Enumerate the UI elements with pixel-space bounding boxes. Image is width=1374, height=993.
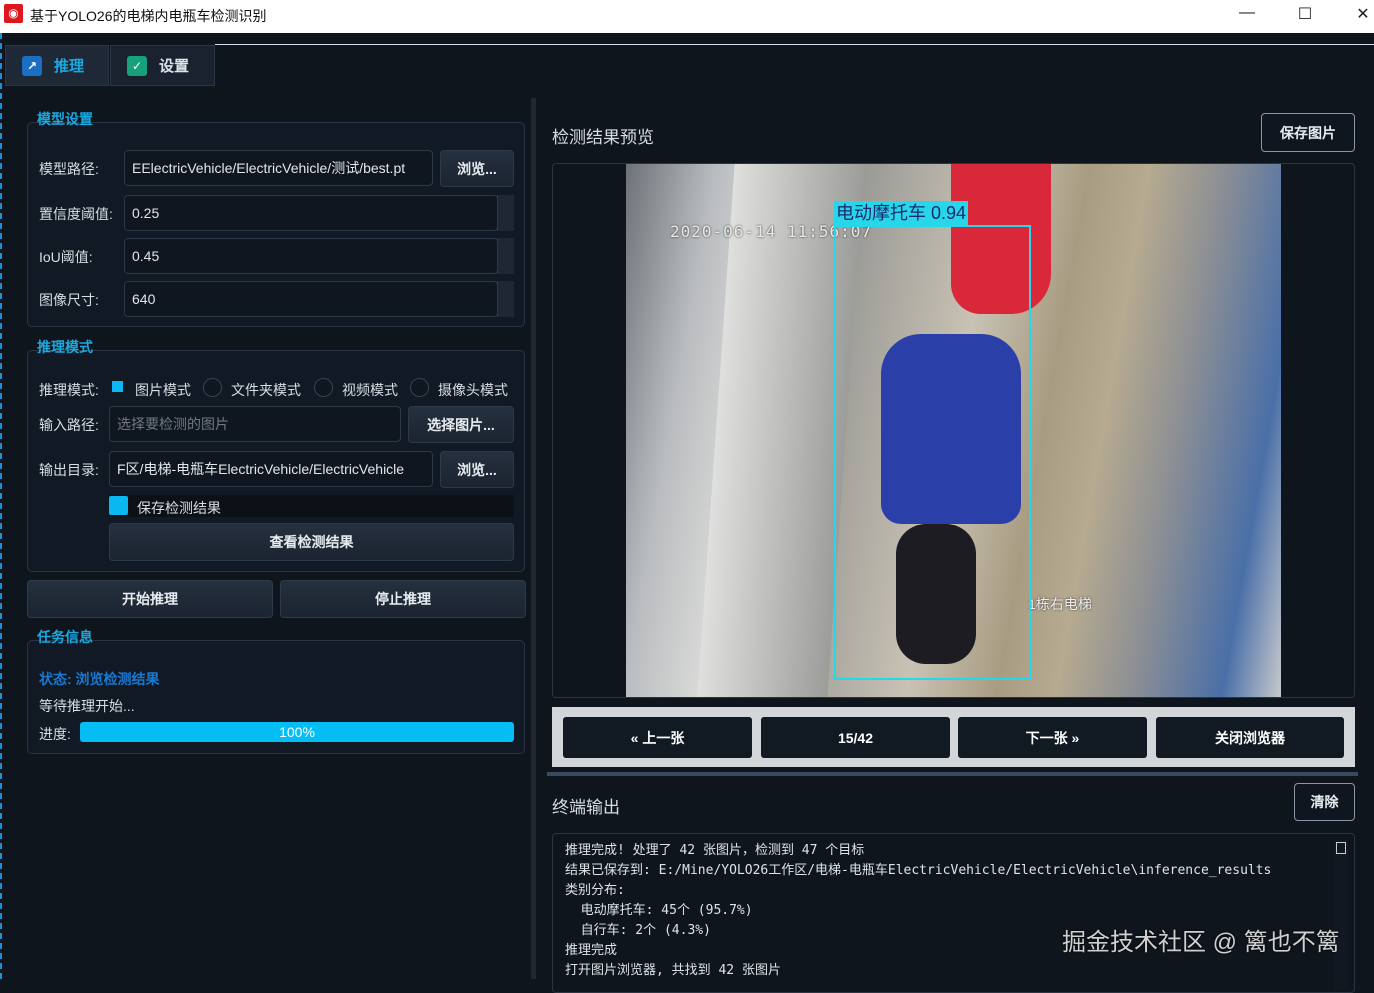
- prev-image-button[interactable]: « 上一张: [563, 717, 752, 758]
- radio-label[interactable]: 图片模式: [135, 380, 191, 400]
- progress-bar: 100%: [80, 722, 514, 742]
- clear-terminal-button[interactable]: 清除: [1294, 783, 1355, 821]
- model-path-label: 模型路径:: [39, 161, 99, 177]
- radio-image-mode[interactable]: [112, 381, 123, 392]
- chart-icon: ↗: [22, 55, 42, 76]
- progress-label: 进度:: [39, 726, 71, 742]
- window-title: 基于YOLO26的电梯内电瓶车检测识别: [30, 8, 267, 24]
- terminal-line: 电动摩托车: 45个 (95.7%): [565, 903, 753, 918]
- terminal-line: 类别分布:: [565, 883, 625, 898]
- radio-label[interactable]: 文件夹模式: [231, 380, 301, 400]
- status-text: 状态: 浏览检测结果: [39, 671, 160, 687]
- imgsz-spin-buttons[interactable]: [497, 281, 514, 317]
- close-button[interactable]: ✕: [1348, 4, 1374, 24]
- detection-image: 2020-06-14 11:56:07 1栋右电梯 电动摩托车 0.94: [626, 164, 1281, 697]
- detection-box: [834, 225, 1031, 680]
- iou-spin-buttons[interactable]: [497, 238, 514, 274]
- check-icon: ✓: [127, 55, 147, 76]
- scroll-up-arrow[interactable]: [1336, 842, 1346, 854]
- input-path-input[interactable]: 选择要检测的图片: [109, 406, 401, 442]
- inference-mode-title: 推理模式: [37, 339, 93, 355]
- save-image-button[interactable]: 保存图片: [1261, 113, 1355, 152]
- select-image-button[interactable]: 选择图片...: [408, 406, 514, 443]
- model-settings-title: 模型设置: [37, 111, 93, 127]
- terminal-line: 打开图片浏览器, 共找到 42 张图片: [565, 963, 781, 978]
- radio-folder-mode[interactable]: [203, 378, 222, 397]
- tab-divider: [215, 44, 1374, 45]
- terminal-scrollbar[interactable]: [1334, 840, 1348, 990]
- detection-label: 电动摩托车 0.94: [834, 201, 969, 225]
- save-results-checkbox[interactable]: [109, 496, 128, 515]
- maximize-button[interactable]: ☐: [1290, 4, 1320, 24]
- iou-label: IoU阈值:: [39, 249, 93, 265]
- mode-label: 推理模式:: [39, 382, 99, 398]
- imgsz-spinbox[interactable]: 640: [124, 281, 498, 317]
- browse-model-button[interactable]: 浏览...: [440, 150, 514, 187]
- radio-camera-mode[interactable]: [410, 378, 429, 397]
- image-caption: 1栋右电梯: [1028, 596, 1092, 612]
- output-dir-input[interactable]: F区/电梯-电瓶车ElectricVehicle/ElectricVehicle: [109, 451, 433, 487]
- imgsz-label: 图像尺寸:: [39, 292, 99, 308]
- output-dir-label: 输出目录:: [39, 462, 99, 478]
- input-path-label: 输入路径:: [39, 417, 99, 433]
- stop-inference-button[interactable]: 停止推理: [280, 580, 526, 618]
- terminal-output[interactable]: 推理完成! 处理了 42 张图片，检测到 47 个目标结果已保存到: E:/Mi…: [552, 833, 1355, 993]
- tab-label: 推理: [54, 58, 85, 75]
- start-inference-button[interactable]: 开始推理: [27, 580, 273, 618]
- radio-label[interactable]: 视频模式: [342, 380, 398, 400]
- panel-splitter[interactable]: [531, 98, 536, 979]
- conf-spinbox[interactable]: 0.25: [124, 195, 498, 231]
- minimize-button[interactable]: —: [1232, 4, 1262, 22]
- status-message: 等待推理开始...: [39, 698, 135, 714]
- watermark: 掘金技术社区 @ 篱也不篱: [1062, 929, 1340, 956]
- conf-spin-buttons[interactable]: [497, 195, 514, 231]
- terminal-line: 推理完成! 处理了 42 张图片，检测到 47 个目标: [565, 843, 865, 858]
- image-counter: 15/42: [761, 717, 950, 758]
- close-browser-button[interactable]: 关闭浏览器: [1156, 717, 1344, 758]
- conf-label: 置信度阈值:: [39, 206, 113, 222]
- terminal-title: 终端输出: [552, 798, 620, 817]
- terminal-line: 结果已保存到: E:/Mine/YOLO26工作区/电梯-电瓶车Electric…: [565, 863, 1272, 878]
- title-bar: ◉ 基于YOLO26的电梯内电瓶车检测识别 — ☐ ✕: [0, 0, 1374, 33]
- view-results-button[interactable]: 查看检测结果: [109, 523, 514, 561]
- tab-inference[interactable]: ↗ 推理: [5, 45, 109, 86]
- terminal-lines: 推理完成! 处理了 42 张图片，检测到 47 个目标结果已保存到: E:/Mi…: [565, 841, 1271, 981]
- app-icon: ◉: [4, 4, 23, 23]
- save-results-label[interactable]: 保存检测结果: [137, 498, 221, 518]
- iou-spinbox[interactable]: 0.45: [124, 238, 498, 274]
- tab-label: 设置: [159, 58, 190, 75]
- model-path-input[interactable]: EElectricVehicle/ElectricVehicle/测试/best…: [124, 150, 433, 186]
- progress-text: 100%: [279, 724, 315, 740]
- preview-title: 检测结果预览: [552, 128, 654, 147]
- next-image-button[interactable]: 下一张 »: [958, 717, 1147, 758]
- radio-video-mode[interactable]: [314, 378, 333, 397]
- window-edge: [0, 33, 2, 979]
- radio-label[interactable]: 摄像头模式: [438, 380, 508, 400]
- vertical-splitter[interactable]: [547, 772, 1358, 776]
- browse-output-button[interactable]: 浏览...: [440, 451, 514, 488]
- tab-settings[interactable]: ✓ 设置: [110, 45, 215, 86]
- task-info-title: 任务信息: [37, 629, 93, 645]
